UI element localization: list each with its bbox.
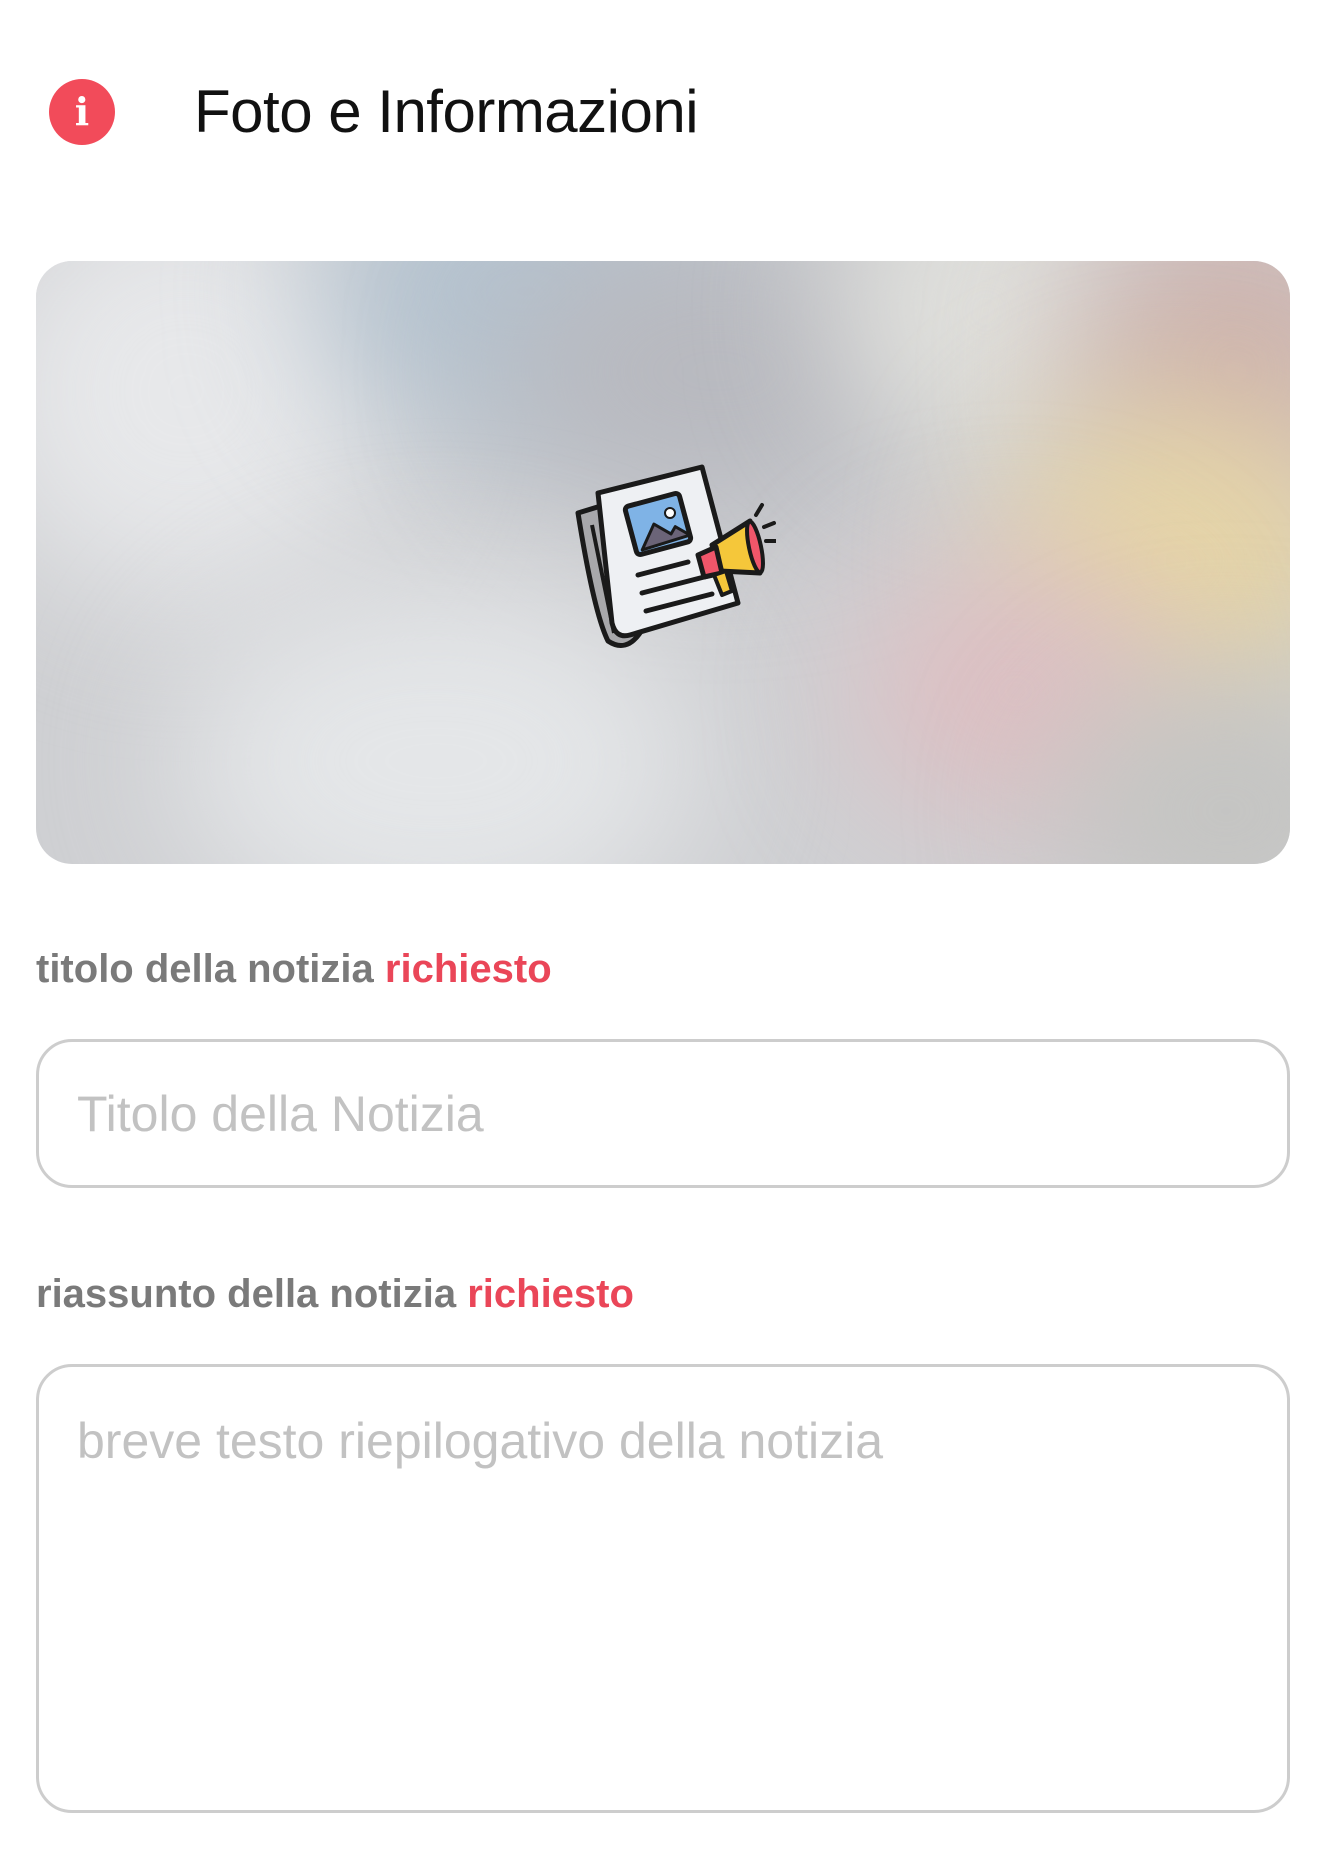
newspaper-megaphone-icon xyxy=(575,464,776,648)
photo-picker[interactable] xyxy=(36,261,1290,864)
summary-field-label-text: riassunto della notizia xyxy=(36,1272,457,1316)
info-icon[interactable]: i xyxy=(49,79,115,145)
summary-field-label: riassunto della notizia richiesto xyxy=(36,1270,634,1318)
title-required-tag: richiesto xyxy=(384,947,552,991)
summary-textarea[interactable] xyxy=(36,1364,1290,1813)
title-input[interactable] xyxy=(36,1039,1290,1188)
header: i Foto e Informazioni xyxy=(0,0,1320,230)
page-title: Foto e Informazioni xyxy=(194,78,699,145)
summary-required-tag: richiesto xyxy=(467,1272,634,1316)
title-field-label-text: titolo della notizia xyxy=(36,947,374,991)
title-field-label: titolo della notizia richiesto xyxy=(36,945,552,993)
